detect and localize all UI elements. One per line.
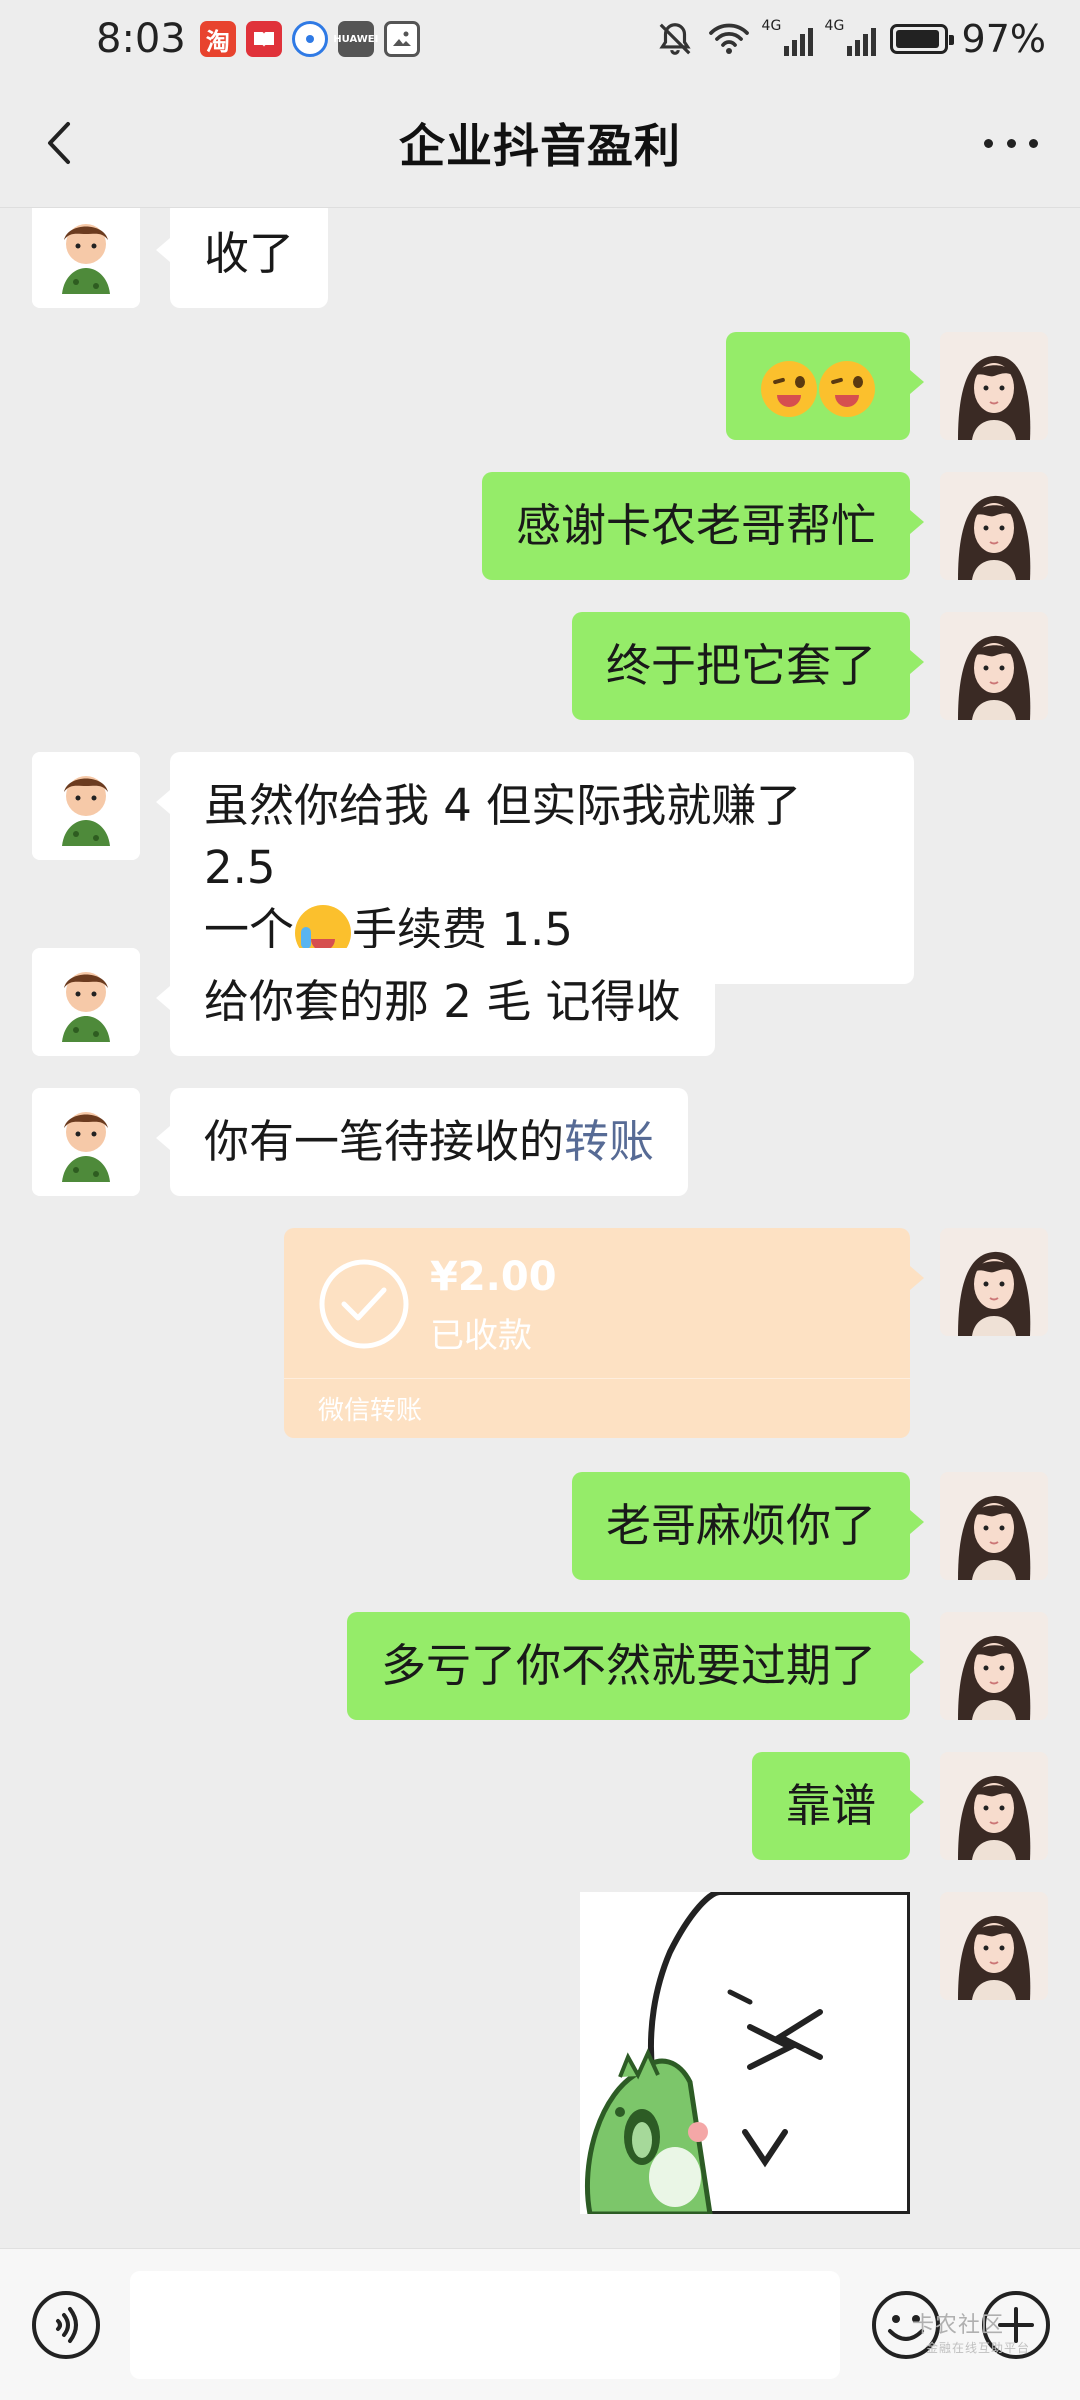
message-bubble[interactable]: 多亏了你不然就要过期了 — [346, 1612, 925, 1720]
wink-tongue-emoji-icon — [761, 361, 817, 417]
back-button[interactable] — [34, 116, 88, 170]
transfer-amount: ¥2.00 — [430, 1254, 557, 1300]
my-avatar[interactable] — [940, 1612, 1048, 1720]
chat-header: 企业抖音盈利 — [0, 78, 1080, 208]
contact-avatar[interactable] — [32, 208, 140, 308]
gallery-icon — [383, 21, 420, 57]
input-bar: 卡农社区 金融在线互助平台 — [0, 2248, 1080, 2400]
notification-icons: 淘 HUAWEI — [199, 21, 420, 57]
dinosaur-sticker-icon — [580, 1892, 910, 2214]
message-bubble[interactable]: 给你套的那 2 毛 记得收 — [156, 948, 715, 1056]
signal-icon-2: 4G — [825, 18, 876, 56]
message-bubble[interactable]: 靠谱 — [751, 1752, 925, 1860]
transfer-link[interactable]: 转账 — [564, 1115, 654, 1168]
huawei-icon: HUAWEI — [333, 21, 378, 57]
my-avatar[interactable] — [940, 1892, 1048, 2000]
message-input[interactable] — [130, 2271, 840, 2379]
contact-avatar[interactable] — [32, 948, 140, 1056]
taobao-icon: 淘 — [199, 21, 236, 57]
contact-avatar[interactable] — [32, 1088, 140, 1196]
wifi-icon — [708, 23, 749, 54]
chat-message-list[interactable]: 收了 感谢卡农老哥帮忙 终于把它套了 虽然你给我 4 但实际我就赚了 2.5 一… — [0, 208, 1080, 2248]
my-avatar[interactable] — [940, 612, 1048, 720]
my-avatar[interactable] — [940, 472, 1048, 580]
contact-avatar[interactable] — [32, 752, 140, 860]
sticker-message[interactable] — [580, 1892, 910, 2214]
mute-icon — [658, 23, 691, 55]
my-avatar[interactable] — [940, 332, 1048, 440]
status-time: 8:03 — [96, 16, 186, 62]
emoji-message-bubble[interactable] — [726, 332, 924, 440]
transfer-status: 已收款 — [430, 1316, 532, 1356]
book-app-icon — [245, 21, 282, 57]
status-bar: 8:03 淘 HUAWEI 4G 4G 97% — [0, 0, 1080, 78]
chevron-left-icon — [48, 122, 70, 164]
transfer-card[interactable]: ¥2.00 已收款 微信转账 — [284, 1228, 924, 1438]
transfer-source: 微信转账 — [318, 1396, 423, 1426]
message-bubble[interactable]: 老哥麻烦你了 — [571, 1472, 925, 1580]
more-button[interactable] — [976, 118, 1046, 168]
battery-percent: 97% — [961, 17, 1046, 61]
battery-icon — [889, 24, 954, 54]
wink-tongue-emoji-icon — [819, 361, 875, 417]
signal-icon-1: 4G — [762, 18, 813, 56]
my-avatar[interactable] — [940, 1472, 1048, 1580]
message-bubble[interactable]: 你有一笔待接收的转账 — [155, 1088, 689, 1196]
voice-input-button[interactable] — [30, 2289, 102, 2361]
more-dots-icon — [984, 138, 993, 148]
message-bubble[interactable]: 终于把它套了 — [571, 612, 925, 720]
my-avatar[interactable] — [940, 1752, 1048, 1860]
message-bubble[interactable]: 感谢卡农老哥帮忙 — [481, 472, 925, 580]
check-circle-icon — [319, 1259, 409, 1349]
transfer-divider — [284, 1378, 910, 1379]
chat-title: 企业抖音盈利 — [399, 118, 681, 173]
message-bubble[interactable]: 收了 — [155, 208, 329, 308]
watermark: 卡农社区 金融在线互助平台 — [912, 2313, 1031, 2355]
my-avatar[interactable] — [940, 1228, 1048, 1336]
browser-icon — [291, 21, 328, 57]
message-line: 虽然你给我 4 但实际我就赚了 2.5 — [204, 779, 802, 894]
